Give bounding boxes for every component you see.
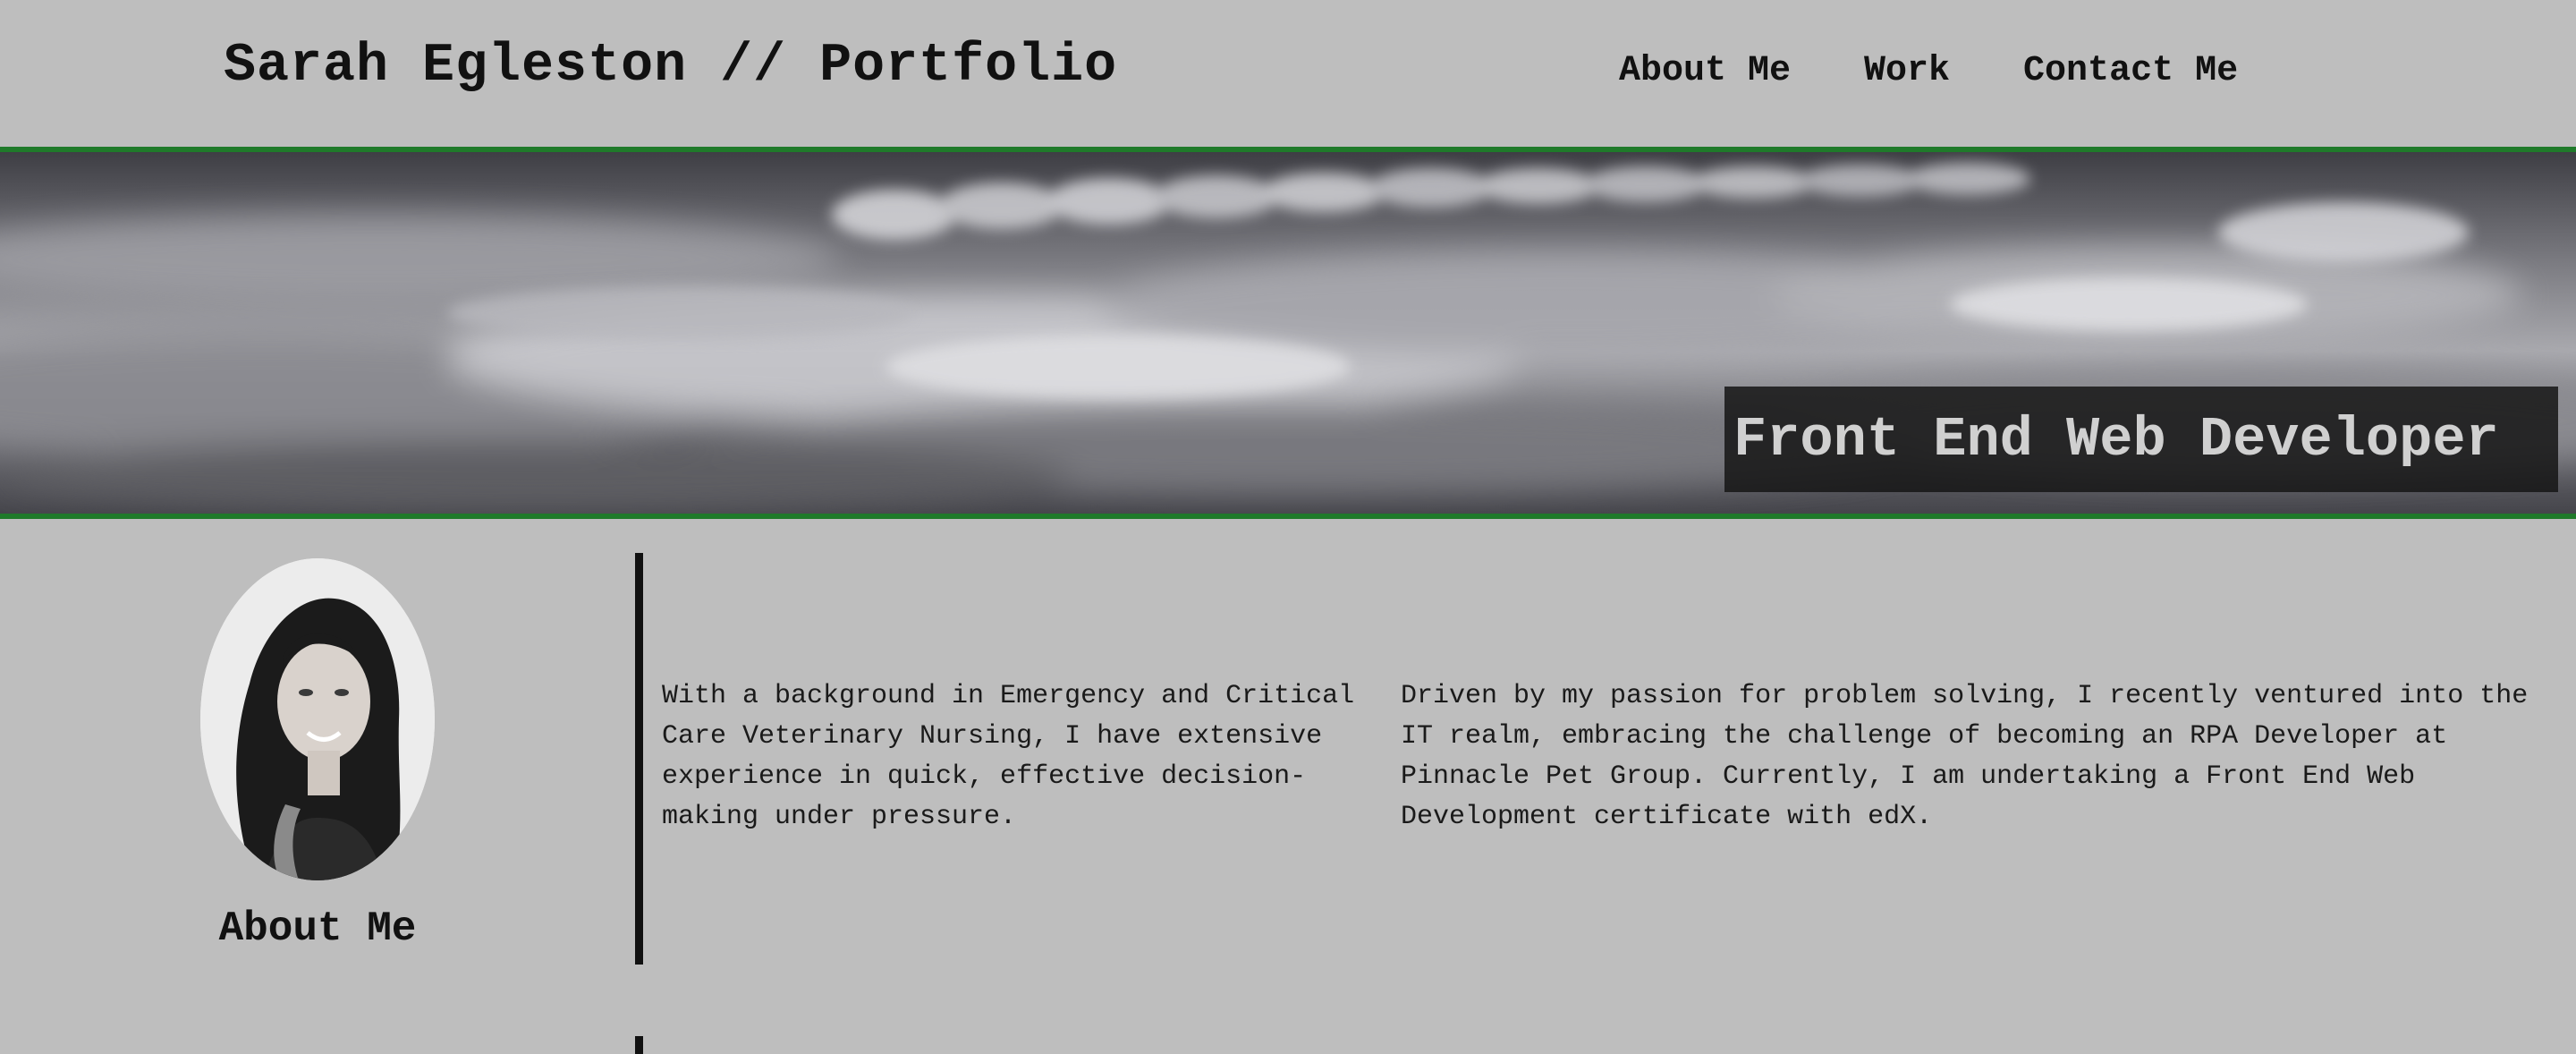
hero-tagline-badge: Front End Web Developer — [1724, 387, 2558, 492]
section-divider — [635, 553, 643, 965]
profile-portrait-image — [200, 558, 435, 880]
about-heading: About Me — [218, 905, 417, 952]
about-section: About Me With a background in Emergency … — [0, 519, 2576, 1054]
about-paragraph-2: Driven by my passion for problem solving… — [1401, 681, 2529, 832]
main-nav: About Me Work Contact Me — [1619, 45, 2238, 98]
nav-link-work[interactable]: Work — [1864, 45, 1950, 98]
profile-photo — [200, 558, 435, 880]
site-header: Sarah Egleston // Portfolio About Me Wor… — [0, 0, 2576, 147]
site-title: Sarah Egleston // Portfolio — [224, 36, 1118, 97]
nav-link-contact-me[interactable]: Contact Me — [2023, 45, 2238, 98]
about-paragraph-1: With a background in Emergency and Criti… — [662, 681, 1355, 832]
next-section-divider — [635, 1036, 643, 1054]
hero-tagline: Front End Web Developer — [1733, 407, 2499, 472]
hero-banner: Front End Web Developer — [0, 147, 2576, 519]
nav-link-about-me[interactable]: About Me — [1619, 45, 1791, 98]
